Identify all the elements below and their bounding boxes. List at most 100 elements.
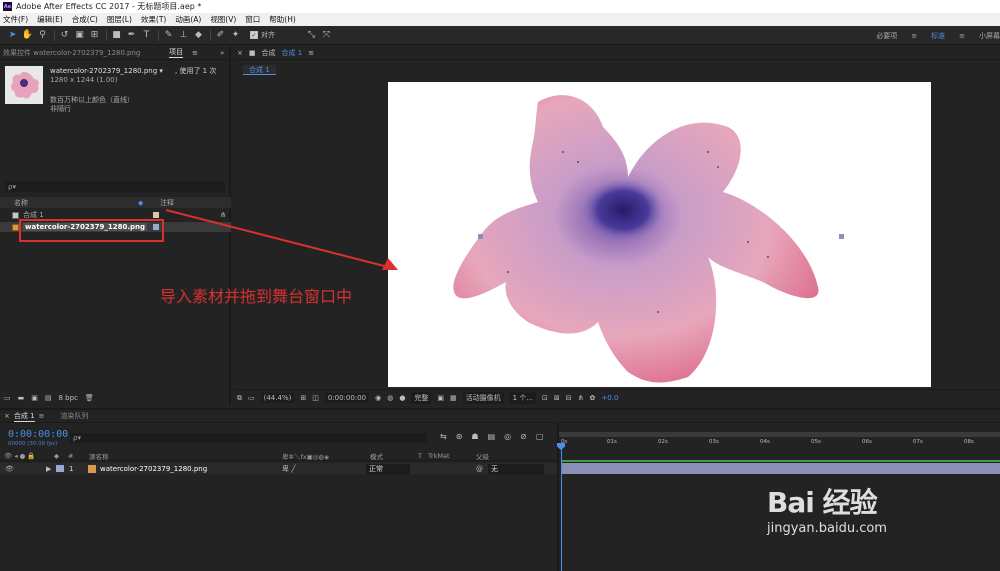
lock-icon[interactable]: ■ bbox=[249, 49, 256, 57]
new-composition-icon[interactable]: ▣ bbox=[31, 394, 38, 402]
label-tag-icon[interactable]: ◆ bbox=[54, 452, 59, 460]
align-checkbox[interactable]: ✓ 对齐 bbox=[250, 30, 275, 40]
toggle-pixel-aspect-icon[interactable]: ⊡ bbox=[542, 394, 548, 402]
workspace-standard[interactable]: 标准 bbox=[931, 31, 945, 41]
timeline-current-time[interactable]: 0:00:00:00 bbox=[8, 429, 68, 440]
panel-overflow-icon[interactable]: » bbox=[220, 49, 224, 57]
roto-brush-tool-icon[interactable]: ✐ bbox=[214, 29, 227, 42]
timeline-icon[interactable]: ⊟ bbox=[566, 394, 572, 402]
trash-icon[interactable]: 🗑 bbox=[85, 394, 94, 402]
zoom-tool-icon[interactable]: ⚲ bbox=[36, 29, 49, 42]
column-parent[interactable]: 父级 bbox=[476, 451, 489, 461]
monitor-icon[interactable]: ▭ bbox=[248, 394, 255, 402]
project-search-input[interactable]: ρ▾ bbox=[5, 182, 225, 192]
column-source-name[interactable]: 源名称 bbox=[89, 451, 109, 461]
parent-dropdown[interactable]: 无 bbox=[488, 463, 544, 474]
tab-effect-controls[interactable]: 效果控件 watercolor-2702379_1280.png bbox=[3, 48, 140, 58]
menu-edit[interactable]: 编辑(E) bbox=[37, 14, 63, 25]
column-t[interactable]: T bbox=[418, 452, 422, 460]
flowchart-icon[interactable]: ⋔ bbox=[578, 394, 584, 402]
close-icon[interactable]: × bbox=[4, 412, 10, 420]
footage-file-name[interactable]: watercolor-2702379_1280.png ▾ bbox=[50, 67, 163, 76]
axis-mode-icon[interactable]: ⤡ bbox=[305, 29, 318, 42]
selection-tool-icon[interactable]: ➤ bbox=[6, 29, 19, 42]
graph-editor-icon[interactable]: ⊘ bbox=[520, 432, 527, 441]
timeline-layer-row[interactable]: 👁 ▶ 1 watercolor-2702379_1280.png 卑 ╱ 正常… bbox=[0, 463, 557, 474]
resolution-dropdown[interactable]: 完整 bbox=[411, 392, 432, 404]
comp-mini-flowchart-icon[interactable]: ⇆ bbox=[440, 432, 447, 441]
graph-editor-toggle-icon[interactable]: ▢ bbox=[536, 432, 544, 441]
workspace-menu-icon[interactable]: ≡ bbox=[959, 32, 965, 40]
label-tag-icon[interactable]: ◆ bbox=[138, 199, 143, 207]
panel-menu-icon[interactable]: ≡ bbox=[39, 412, 45, 420]
blend-mode-dropdown[interactable]: 正常 bbox=[366, 463, 410, 474]
workspace-essentials[interactable]: 必要项 bbox=[876, 31, 897, 41]
panel-menu-icon[interactable]: ≡ bbox=[192, 49, 198, 57]
tab-composition[interactable]: 合成 1 bbox=[282, 48, 303, 58]
label-color-swatch[interactable] bbox=[153, 212, 159, 218]
clone-stamp-tool-icon[interactable]: ⊥ bbox=[177, 29, 190, 42]
title-safe-icon[interactable]: ⊞ bbox=[300, 394, 306, 402]
bounding-box-handle[interactable] bbox=[839, 234, 844, 239]
menu-window[interactable]: 窗口 bbox=[245, 14, 260, 25]
exposure-value[interactable]: +0.0 bbox=[601, 394, 618, 402]
new-folder-icon[interactable]: ▬ bbox=[18, 394, 25, 402]
motion-blur-icon[interactable]: ◎ bbox=[504, 432, 511, 441]
bit-depth-label[interactable]: 8 bpc bbox=[59, 394, 78, 402]
column-trkmat[interactable]: TrkMat bbox=[428, 452, 450, 460]
always-preview-icon[interactable]: ⧉ bbox=[237, 394, 242, 403]
menu-help[interactable]: 帮助(H) bbox=[269, 14, 296, 25]
rectangle-tool-icon[interactable]: ■ bbox=[110, 29, 123, 42]
snap-icon[interactable]: ⤧ bbox=[320, 29, 333, 42]
pick-whip-icon[interactable]: @ bbox=[476, 465, 483, 473]
magnification-dropdown[interactable]: (44.4%) bbox=[260, 393, 295, 403]
expand-layer-icon[interactable]: ▶ bbox=[46, 465, 51, 473]
workspace-menu-icon[interactable]: ≡ bbox=[911, 32, 917, 40]
tab-project[interactable]: 项目 bbox=[169, 47, 183, 58]
brush-tool-icon[interactable]: ✎ bbox=[162, 29, 175, 42]
time-ruler[interactable]: 0s 01s 02s 03s 04s 05s 06s 07s 08s bbox=[559, 432, 1000, 452]
current-time-field[interactable]: 0:00:00:00 bbox=[324, 393, 370, 403]
snapshot-camera-icon[interactable]: ◉ bbox=[375, 394, 381, 402]
timeline-search-input[interactable]: ρ▾ bbox=[70, 433, 427, 443]
region-of-interest-icon[interactable]: ▣ bbox=[437, 394, 444, 402]
composition-canvas[interactable] bbox=[388, 82, 931, 387]
pan-behind-tool-icon[interactable]: ⊞ bbox=[88, 29, 101, 42]
visibility-eye-icon[interactable]: 👁 bbox=[5, 465, 14, 473]
draft-3d-icon[interactable]: ⊛ bbox=[456, 432, 463, 441]
column-mode[interactable]: 模式 bbox=[370, 451, 383, 461]
exposure-reset-icon[interactable]: ✿ bbox=[590, 394, 596, 402]
menu-file[interactable]: 文件(F) bbox=[3, 14, 28, 25]
tab-render-queue[interactable]: 渲染队列 bbox=[60, 411, 88, 421]
interpret-footage-icon[interactable]: ▭ bbox=[4, 394, 11, 402]
frame-blending-icon[interactable]: ▤ bbox=[488, 432, 496, 441]
work-area-bar[interactable] bbox=[559, 432, 1000, 437]
composition-breadcrumb[interactable]: 合成 1 bbox=[243, 65, 276, 75]
puppet-pin-tool-icon[interactable]: ✦ bbox=[229, 29, 242, 42]
layer-name[interactable]: watercolor-2702379_1280.png bbox=[100, 465, 207, 473]
color-channel-icon[interactable]: ● bbox=[399, 394, 405, 402]
show-snapshot-icon[interactable]: ◍ bbox=[387, 394, 393, 402]
layer-number-icon[interactable]: # bbox=[68, 452, 73, 460]
rotate-tool-icon[interactable]: ↺ bbox=[58, 29, 71, 42]
layer-switches[interactable]: 卑 ╱ bbox=[282, 464, 295, 474]
shy-layers-icon[interactable]: ☗ bbox=[471, 432, 478, 441]
menu-layer[interactable]: 图层(L) bbox=[107, 14, 132, 25]
column-name[interactable]: 名称 bbox=[14, 198, 28, 208]
menu-animation[interactable]: 动画(A) bbox=[175, 14, 201, 25]
type-tool-icon[interactable]: T bbox=[140, 29, 153, 42]
hand-tool-icon[interactable]: ✋ bbox=[21, 29, 34, 42]
transparency-grid-icon[interactable]: ▦ bbox=[450, 394, 457, 402]
view-layout-dropdown[interactable]: 1 个... bbox=[509, 392, 537, 404]
eraser-tool-icon[interactable]: ◆ bbox=[192, 29, 205, 42]
label-color-swatch[interactable] bbox=[56, 465, 64, 472]
pen-tool-icon[interactable]: ✒ bbox=[125, 29, 138, 42]
panel-menu-icon[interactable]: ≡ bbox=[308, 49, 314, 57]
layer-duration-bar[interactable] bbox=[562, 463, 1000, 474]
camera-tool-icon[interactable]: ▣ bbox=[73, 29, 86, 42]
fast-previews-icon[interactable]: ⊠ bbox=[554, 394, 560, 402]
tab-timeline-composition[interactable]: 合成 1 bbox=[13, 411, 35, 422]
mask-visibility-icon[interactable]: ◫ bbox=[312, 394, 319, 402]
camera-view-dropdown[interactable]: 活动摄像机 bbox=[462, 392, 504, 404]
menu-effect[interactable]: 效果(T) bbox=[141, 14, 166, 25]
